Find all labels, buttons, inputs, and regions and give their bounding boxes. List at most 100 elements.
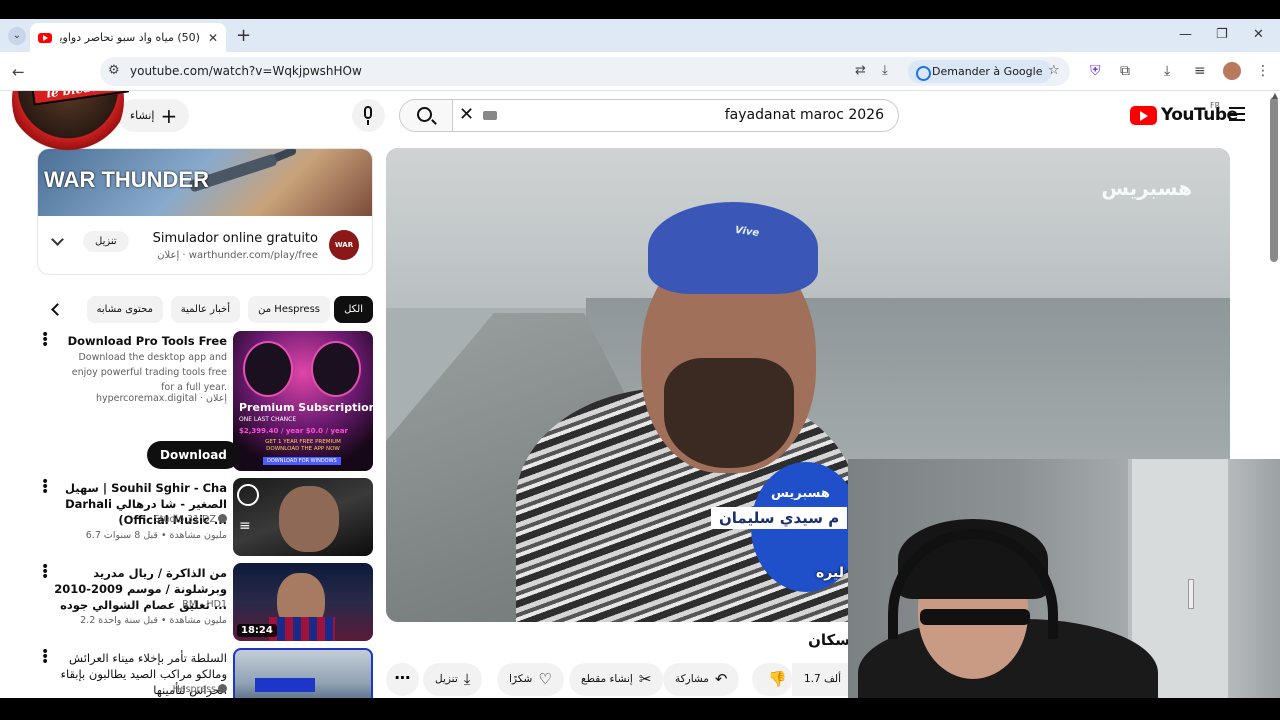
browser-menu-icon[interactable]: ⋮ (1256, 63, 1270, 79)
back-arrow-icon[interactable]: ← (12, 63, 25, 81)
interviewee-beard (664, 358, 794, 468)
youtube-favicon-icon (38, 32, 52, 43)
tab-search-button[interactable]: ⌄ (8, 27, 26, 45)
screen-top-border (0, 0, 1280, 19)
channel-watermark: هسبريس (1101, 176, 1192, 200)
bookmark-star-icon[interactable]: ☆ (1048, 63, 1060, 78)
streamer-webcam-overlay (848, 459, 1280, 698)
keyboard-icon[interactable] (483, 111, 497, 120)
create-label: إنشاء (130, 109, 155, 122)
search-button[interactable] (399, 99, 453, 132)
install-app-icon[interactable]: ⤓ (882, 63, 888, 78)
channel-name[interactable]: Studio 31 DZ (154, 514, 227, 525)
guide-menu-icon[interactable] (1229, 107, 1245, 121)
thanks-button[interactable]: شكرًا ♡ (497, 663, 564, 696)
share-button[interactable]: مشاركة ↶ (663, 663, 740, 696)
video-thumbnail[interactable]: 18:24 (233, 563, 373, 641)
search-query[interactable]: fayadanat maroc 2026 (725, 107, 884, 123)
ad-banner-image[interactable]: WAR THUNDER (38, 149, 372, 216)
list-item[interactable]: 18:24 من الذاكرة / ريال مدريد وبرشلونة /… (37, 560, 373, 643)
more-options-icon[interactable]: • • • (41, 475, 49, 499)
extensions-puzzle-icon[interactable]: ⧉ (1120, 63, 1130, 79)
like-count: 1.7 ألف (804, 673, 842, 685)
more-options-icon[interactable]: • • • (41, 328, 49, 352)
chevron-down-icon[interactable] (51, 233, 64, 246)
thumbs-down-icon: 👎 (768, 670, 787, 688)
address-bar[interactable]: ⚙ youtube.com/watch?v=WqkjpwshHOw ⇄ ⤓ De… (100, 57, 1070, 86)
shield-extension-icon[interactable]: ⛨ (1090, 63, 1101, 79)
clip-button[interactable]: إنشاء مقطع ✂ (569, 663, 664, 696)
list-item[interactable]: Premium Subscription ONE LAST CHANCE $2,… (37, 328, 373, 473)
site-info-icon[interactable]: ⚙ (108, 63, 120, 78)
download-label: تنزيل (435, 673, 458, 685)
interviewee-cap (648, 202, 818, 294)
thumb-subtitle: ONE LAST CHANCE (239, 416, 297, 423)
browser-tab-strip: ⌄ (50) مياه واد سبو تحاصر دواوير ✕ + — ❐… (0, 19, 1280, 52)
streamer-sunglasses (920, 609, 1030, 625)
helmet-image (311, 341, 361, 397)
channel-name[interactable]: RM - HD1 (182, 599, 227, 610)
chip-world-news[interactable]: أخبار عالمية (170, 296, 240, 323)
download-button[interactable]: تنزيل ⤓ (423, 663, 483, 696)
thumb-title: Premium Subscription (239, 401, 373, 414)
singer-image (279, 486, 339, 552)
webcam-door-handle (1188, 579, 1194, 609)
scroll-up-arrow-icon[interactable]: ▲ (1272, 91, 1278, 100)
list-item[interactable]: السلطة تأمر بإخلاء ميناء العرائش ومالكو … (37, 645, 373, 698)
video-duration: 18:24 (237, 624, 277, 637)
more-options-icon[interactable]: • • • (41, 645, 49, 669)
ad-description: Download the desktop app and enjoy power… (71, 352, 227, 393)
list-item[interactable]: ≡ سهيل | Souhil Sghir - Cha Darhali الصغ… (37, 475, 373, 558)
page-scrollbar[interactable] (1270, 97, 1278, 262)
chip-similar-content[interactable]: محتوى مشابه (86, 296, 163, 323)
ad-install-button[interactable]: تنزيل (83, 231, 129, 252)
related-filter-chips: الكل من Hespress أخبار عالمية محتوى مشاب… (37, 296, 373, 324)
channel-label[interactable]: Hespress (173, 684, 216, 695)
channel-label[interactable]: Studio 31 DZ (154, 514, 216, 525)
create-button[interactable]: إنشاء + (118, 99, 190, 132)
youtube-logo[interactable]: YouTube (1130, 105, 1238, 125)
new-tab-button[interactable]: + (236, 25, 251, 46)
video-thumbnail[interactable]: ≡ (233, 478, 373, 556)
media-controls-icon[interactable]: ≡ (1194, 63, 1206, 79)
ask-google-button[interactable]: Demander à Google (908, 60, 1053, 83)
video-thumbnail[interactable]: Premium Subscription ONE LAST CHANCE $2,… (233, 331, 373, 471)
downloads-icon[interactable]: ⤓ (1164, 63, 1170, 79)
ad-url: warthunder.com/play/free · إعلان (157, 250, 318, 261)
minimize-icon[interactable]: — (1179, 27, 1192, 42)
thumb-caption-bar (255, 678, 315, 692)
more-actions-button[interactable]: ⋯ (386, 663, 419, 696)
ad-title[interactable]: Simulador online gratuito (153, 231, 318, 246)
search-input[interactable]: ✕ fayadanat maroc 2026 (452, 99, 899, 132)
youtube-play-icon (1130, 105, 1157, 125)
tab-close-icon[interactable]: ✕ (208, 31, 218, 45)
browser-tab-active[interactable]: (50) مياه واد سبو تحاصر دواوير ✕ (30, 23, 226, 52)
restore-icon[interactable]: ❐ (1216, 27, 1228, 42)
streamer-logo-text: le bledard (31, 91, 129, 106)
voice-search-button[interactable] (352, 99, 385, 132)
video-stats: 2.2 مليون مشاهدة • قبل سنة واحدة (80, 615, 227, 626)
ad-card[interactable]: WAR THUNDER WAR THUNDER Simulador online… (37, 148, 373, 275)
screen-bottom-border (0, 698, 1280, 720)
chip-all[interactable]: الكل (334, 296, 373, 323)
watch-later-icon[interactable] (237, 484, 259, 506)
ad-download-button[interactable]: Download (147, 441, 240, 469)
thumb-price: $2,399.40 / year $0.0 / year (239, 427, 348, 435)
translate-icon[interactable]: ⇄ (855, 63, 866, 78)
chevron-left-icon[interactable] (51, 303, 64, 316)
more-options-icon[interactable]: • • • (41, 560, 49, 584)
ad-advertiser-avatar[interactable]: WAR THUNDER (329, 230, 367, 274)
chip-from-hespress[interactable]: من Hespress (248, 296, 330, 323)
close-window-icon[interactable]: ✕ (1253, 27, 1264, 42)
channel-name[interactable]: Hespress (173, 684, 227, 695)
video-stats: 6.7 مليون مشاهدة • قبل 8 سنوات (85, 530, 227, 541)
add-to-queue-icon[interactable]: ≡ (239, 518, 251, 534)
dislike-button[interactable]: 👎 (752, 663, 792, 696)
video-title[interactable]: Download Pro Tools Free (47, 333, 227, 349)
clear-search-icon[interactable]: ✕ (459, 104, 474, 125)
microphone-stand (367, 120, 369, 125)
video-thumbnail[interactable] (233, 648, 373, 698)
url-text[interactable]: youtube.com/watch?v=WqkjpwshHOw (130, 64, 362, 78)
profile-avatar[interactable] (1223, 62, 1241, 80)
helmet-image (243, 341, 293, 397)
